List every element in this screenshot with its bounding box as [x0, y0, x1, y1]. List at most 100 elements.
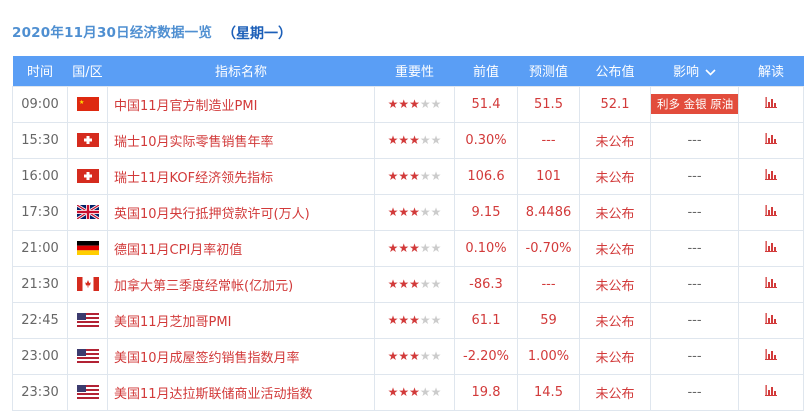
- chevron-down-icon[interactable]: [705, 65, 716, 80]
- importance-stars: ★★★★★: [387, 384, 442, 399]
- importance-cell: ★★★★★: [374, 373, 455, 411]
- analysis-cell[interactable]: [738, 157, 804, 195]
- col-header-importance: 重要性: [394, 65, 434, 81]
- forecast-cell: ---: [517, 121, 580, 159]
- indicator-link[interactable]: 英国10月央行抵押贷款许可(万人): [107, 193, 375, 231]
- indicator-link[interactable]: 美国10月成屋签约销售指数月率: [107, 337, 375, 375]
- indicator-link[interactable]: 瑞士10月实际零售销售年率: [107, 121, 375, 159]
- analysis-cell[interactable]: [738, 373, 804, 411]
- previous-cell: -86.3: [454, 265, 518, 303]
- importance-stars: ★★★★★: [387, 168, 442, 183]
- importance-stars: ★★★★★: [387, 204, 442, 219]
- importance-cell: ★★★★★: [374, 229, 455, 267]
- actual-cell: 未公布: [579, 373, 651, 411]
- switzerland-flag-icon: [76, 133, 99, 147]
- impact-text: ---: [687, 384, 702, 400]
- impact-text: ---: [687, 240, 702, 256]
- impact-cell: ---: [650, 121, 739, 159]
- actual-cell: 52.1: [579, 85, 651, 123]
- analysis-cell[interactable]: [738, 337, 804, 375]
- forecast-cell: 59: [517, 301, 580, 339]
- time-cell: 17:30: [12, 193, 68, 231]
- table-row: 15:30 瑞士10月实际零售销售年率 ★★★★★ 0.30% --- 未公布 ---: [12, 121, 804, 159]
- impact-cell: ---: [650, 157, 739, 195]
- actual-cell: 未公布: [579, 301, 651, 339]
- actual-cell: 未公布: [579, 229, 651, 267]
- forecast-cell: 8.4486: [517, 193, 580, 231]
- time-cell: 21:00: [12, 229, 68, 267]
- analysis-cell[interactable]: [738, 193, 804, 231]
- table-row: 21:00 德国11月CPI月率初值 ★★★★★ 0.10% -0.70% 未公布 ---: [12, 229, 804, 267]
- table-row: 22:45 美国11月芝加哥PMI ★★★★★ 61.1 59 未公布 ---: [12, 301, 804, 339]
- previous-cell: 0.30%: [454, 121, 518, 159]
- col-header-analysis: 解读: [757, 65, 784, 81]
- indicator-link[interactable]: 加拿大第三季度经常帐(亿加元): [107, 265, 375, 303]
- impact-text: ---: [687, 312, 702, 328]
- importance-cell: ★★★★★: [374, 121, 455, 159]
- analysis-cell[interactable]: [738, 85, 804, 123]
- actual-cell: 未公布: [579, 337, 651, 375]
- bar-chart-icon[interactable]: [765, 240, 777, 256]
- canada-flag-icon: [76, 277, 99, 291]
- importance-cell: ★★★★★: [374, 157, 455, 195]
- table-header-row: 时间 国/区 指标名称 重要性 前值 预测值 公布值 影响 解读: [12, 56, 804, 86]
- economic-calendar-table: 时间 国/区 指标名称 重要性 前值 预测值 公布值 影响 解读 09:00 ★ 中…: [12, 56, 804, 411]
- forecast-cell: 14.5: [517, 373, 580, 411]
- col-header-indicator: 指标名称: [214, 65, 267, 81]
- importance-cell: ★★★★★: [374, 301, 455, 339]
- importance-cell: ★★★★★: [374, 193, 455, 231]
- bar-chart-icon[interactable]: [765, 204, 777, 220]
- importance-stars: ★★★★★: [387, 276, 442, 291]
- bar-chart-icon[interactable]: [765, 312, 777, 328]
- col-header-region: 国/区: [72, 65, 103, 81]
- indicator-link[interactable]: 德国11月CPI月率初值: [107, 229, 375, 267]
- indicator-link[interactable]: 中国11月官方制造业PMI: [107, 85, 375, 123]
- table-row: 23:30 美国11月达拉斯联储商业活动指数 ★★★★★ 19.8 14.5 未公布 ---: [12, 373, 804, 411]
- analysis-cell[interactable]: [738, 121, 804, 159]
- analysis-cell[interactable]: [738, 301, 804, 339]
- actual-cell: 未公布: [579, 157, 651, 195]
- table-row: 17:30 英国10月央行抵押贷款许可(万人) ★★★★★ 9.15 8.4486 未公布…: [12, 193, 804, 231]
- impact-badge: 利多 金银 原油: [651, 94, 738, 114]
- bar-chart-icon[interactable]: [765, 348, 777, 364]
- forecast-cell: -0.70%: [517, 229, 580, 267]
- col-header-time: 时间: [26, 65, 53, 81]
- time-cell: 15:30: [12, 121, 68, 159]
- indicator-link[interactable]: 美国11月芝加哥PMI: [107, 301, 375, 339]
- region-cell: [67, 337, 108, 375]
- analysis-cell[interactable]: [738, 229, 804, 267]
- impact-cell: ---: [650, 229, 739, 267]
- previous-cell: 106.6: [454, 157, 518, 195]
- importance-cell: ★★★★★: [374, 85, 455, 123]
- bar-chart-icon[interactable]: [765, 384, 777, 400]
- switzerland-flag-icon: [76, 169, 99, 183]
- svg-text:★: ★: [79, 99, 84, 106]
- impact-text: ---: [687, 204, 702, 220]
- previous-cell: 51.4: [454, 85, 518, 123]
- importance-stars: ★★★★★: [387, 348, 442, 363]
- region-cell: [67, 121, 108, 159]
- region-cell: [67, 229, 108, 267]
- importance-stars: ★★★★★: [387, 240, 442, 255]
- time-cell: 23:00: [12, 337, 68, 375]
- impact-header-label: 影响: [672, 65, 699, 81]
- importance-stars: ★★★★★: [387, 132, 442, 147]
- germany-flag-icon: [76, 241, 99, 255]
- table-row: 23:00 美国10月成屋签约销售指数月率 ★★★★★ -2.20% 1.00% 未公布 -…: [12, 337, 804, 375]
- bar-chart-icon[interactable]: [765, 276, 777, 292]
- analysis-cell[interactable]: [738, 265, 804, 303]
- col-header-impact[interactable]: 影响: [651, 56, 739, 86]
- region-cell: [67, 373, 108, 411]
- bar-chart-icon[interactable]: [765, 168, 777, 184]
- time-cell: 16:00: [12, 157, 68, 195]
- usa-flag-icon: [76, 349, 99, 363]
- impact-cell: ---: [650, 373, 739, 411]
- china-flag-icon: ★: [76, 97, 99, 111]
- bar-chart-icon[interactable]: [765, 96, 777, 112]
- bar-chart-icon[interactable]: [765, 132, 777, 148]
- indicator-link[interactable]: 瑞士11月KOF经济领先指标: [107, 157, 375, 195]
- indicator-link[interactable]: 美国11月达拉斯联储商业活动指数: [107, 373, 375, 411]
- previous-cell: -2.20%: [454, 337, 518, 375]
- region-cell: ★: [67, 85, 108, 123]
- actual-cell: 未公布: [579, 121, 651, 159]
